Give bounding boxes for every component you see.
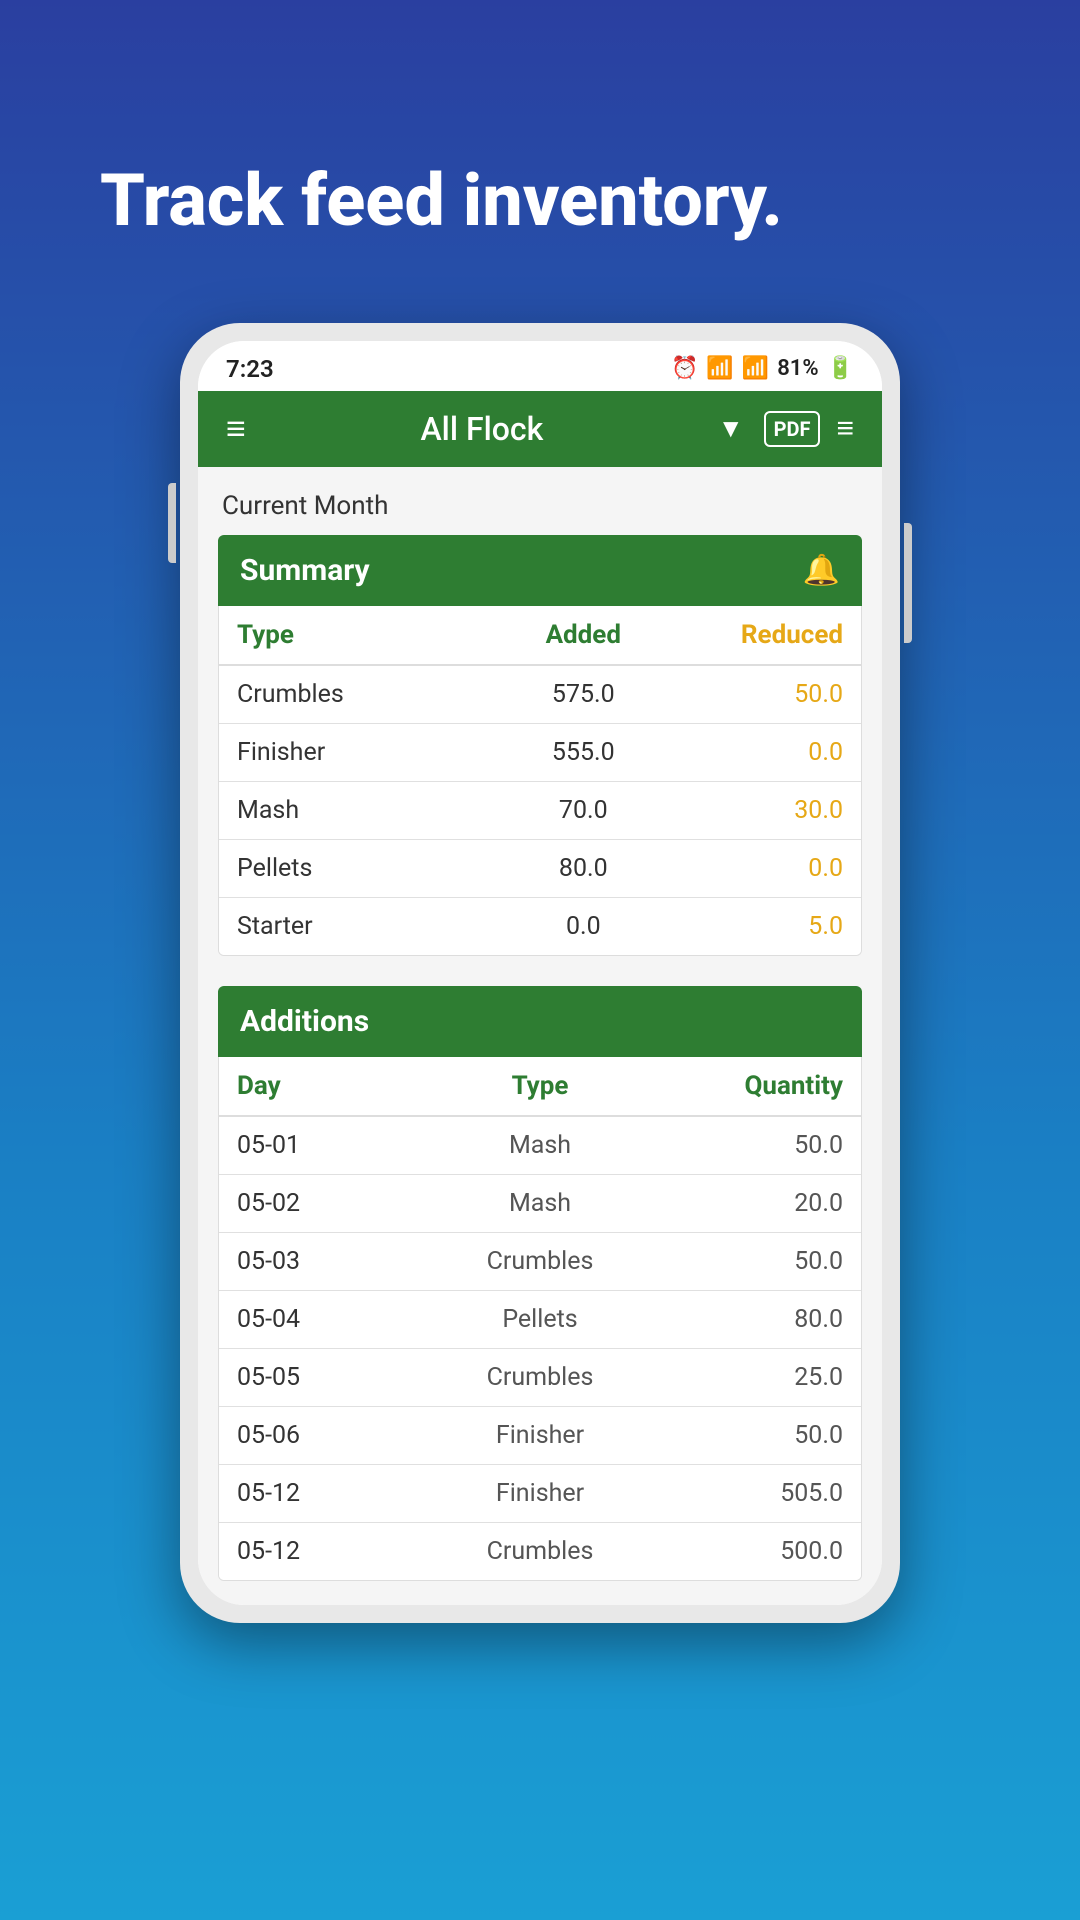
additions-row: 05-03 Crumbles 50.0 [219,1233,861,1291]
app-bar-actions: PDF ≡ [764,411,854,447]
status-icons: ⏰ 📶 📶 81% 🔋 [671,356,854,381]
additions-qty-cell: 50.0 [654,1131,843,1160]
additions-row: 05-01 Mash 50.0 [219,1117,861,1175]
additions-table-header: Day Type Quantity [219,1057,861,1117]
additions-header: Additions [218,986,862,1057]
volume-button [168,483,176,563]
battery-level: 81% [777,356,818,381]
summary-row: Finisher 555.0 0.0 [219,724,861,782]
status-time: 7:23 [226,355,274,383]
summary-type-cell: Pellets [237,854,497,883]
summary-title: Summary [240,553,370,588]
summary-added-cell: 0.0 [497,912,670,941]
battery-icon: 🔋 [827,356,854,381]
summary-added-cell: 70.0 [497,796,670,825]
additions-table-body: 05-01 Mash 50.0 05-02 Mash 20.0 05-03 Cr… [219,1117,861,1580]
summary-reduced-cell: 5.0 [670,912,843,941]
additions-row: 05-04 Pellets 80.0 [219,1291,861,1349]
additions-table: Day Type Quantity 05-01 Mash 50.0 05-02 … [218,1057,862,1581]
summary-added-cell: 555.0 [497,738,670,767]
hero-title: Track feed inventory. [0,0,883,323]
filter-icon[interactable]: ≡ [836,411,854,446]
phone-mockup: 7:23 ⏰ 📶 📶 81% 🔋 ≡ All Flock ▼ PDF ≡ Cur… [180,323,900,1623]
summary-type-cell: Crumbles [237,680,497,709]
current-month-label: Current Month [218,491,862,521]
col-header-type-additions: Type [426,1071,653,1101]
summary-header: Summary 🔔 [218,535,862,606]
summary-type-cell: Starter [237,912,497,941]
additions-type-cell: Crumbles [426,1247,653,1276]
additions-day-cell: 05-04 [237,1305,426,1334]
phone-screen: 7:23 ⏰ 📶 📶 81% 🔋 ≡ All Flock ▼ PDF ≡ Cur… [198,341,882,1605]
pdf-export-button[interactable]: PDF [764,411,821,447]
summary-row: Starter 0.0 5.0 [219,898,861,955]
additions-row: 05-06 Finisher 50.0 [219,1407,861,1465]
col-header-quantity: Quantity [654,1071,843,1101]
additions-qty-cell: 50.0 [654,1421,843,1450]
additions-qty-cell: 80.0 [654,1305,843,1334]
summary-table: Type Added Reduced Crumbles 575.0 50.0 F… [218,606,862,956]
additions-qty-cell: 20.0 [654,1189,843,1218]
summary-reduced-cell: 30.0 [670,796,843,825]
summary-type-cell: Finisher [237,738,497,767]
additions-title: Additions [240,1004,369,1039]
app-bar: ≡ All Flock ▼ PDF ≡ [198,391,882,467]
additions-type-cell: Crumbles [426,1537,653,1566]
signal-icon: 📶 [742,356,769,381]
summary-added-cell: 80.0 [497,854,670,883]
additions-type-cell: Mash [426,1189,653,1218]
status-bar: 7:23 ⏰ 📶 📶 81% 🔋 [198,341,882,391]
additions-day-cell: 05-12 [237,1537,426,1566]
summary-reduced-cell: 0.0 [670,738,843,767]
additions-day-cell: 05-01 [237,1131,426,1160]
additions-row: 05-12 Crumbles 500.0 [219,1523,861,1580]
summary-row: Crumbles 575.0 50.0 [219,666,861,724]
additions-type-cell: Pellets [426,1305,653,1334]
additions-day-cell: 05-02 [237,1189,426,1218]
dropdown-arrow-icon[interactable]: ▼ [718,413,744,444]
summary-row: Pellets 80.0 0.0 [219,840,861,898]
additions-row: 05-12 Finisher 505.0 [219,1465,861,1523]
additions-type-cell: Mash [426,1131,653,1160]
summary-table-header: Type Added Reduced [219,606,861,666]
hamburger-menu-icon[interactable]: ≡ [226,409,246,449]
summary-row: Mash 70.0 30.0 [219,782,861,840]
additions-day-cell: 05-12 [237,1479,426,1508]
summary-reduced-cell: 0.0 [670,854,843,883]
additions-type-cell: Crumbles [426,1363,653,1392]
summary-section: Summary 🔔 Type Added Reduced Crumbles 57… [218,535,862,956]
additions-qty-cell: 500.0 [654,1537,843,1566]
alarm-icon: ⏰ [671,356,698,381]
additions-row: 05-05 Crumbles 25.0 [219,1349,861,1407]
app-bar-title: All Flock [266,410,698,448]
additions-type-cell: Finisher [426,1421,653,1450]
col-header-added: Added [497,620,670,650]
main-content: Current Month Summary 🔔 Type Added Reduc… [198,467,882,1605]
summary-reduced-cell: 50.0 [670,680,843,709]
col-header-day: Day [237,1071,426,1101]
additions-row: 05-02 Mash 20.0 [219,1175,861,1233]
col-header-reduced: Reduced [670,620,843,650]
additions-section: Additions Day Type Quantity 05-01 Mash 5… [218,986,862,1581]
additions-day-cell: 05-05 [237,1363,426,1392]
additions-type-cell: Finisher [426,1479,653,1508]
summary-added-cell: 575.0 [497,680,670,709]
summary-table-body: Crumbles 575.0 50.0 Finisher 555.0 0.0 M… [219,666,861,955]
additions-day-cell: 05-03 [237,1247,426,1276]
bell-icon[interactable]: 🔔 [803,553,840,588]
power-button [904,523,912,643]
additions-qty-cell: 25.0 [654,1363,843,1392]
additions-qty-cell: 505.0 [654,1479,843,1508]
col-header-type: Type [237,620,497,650]
summary-type-cell: Mash [237,796,497,825]
additions-qty-cell: 50.0 [654,1247,843,1276]
wifi-icon: 📶 [706,356,733,381]
additions-day-cell: 05-06 [237,1421,426,1450]
